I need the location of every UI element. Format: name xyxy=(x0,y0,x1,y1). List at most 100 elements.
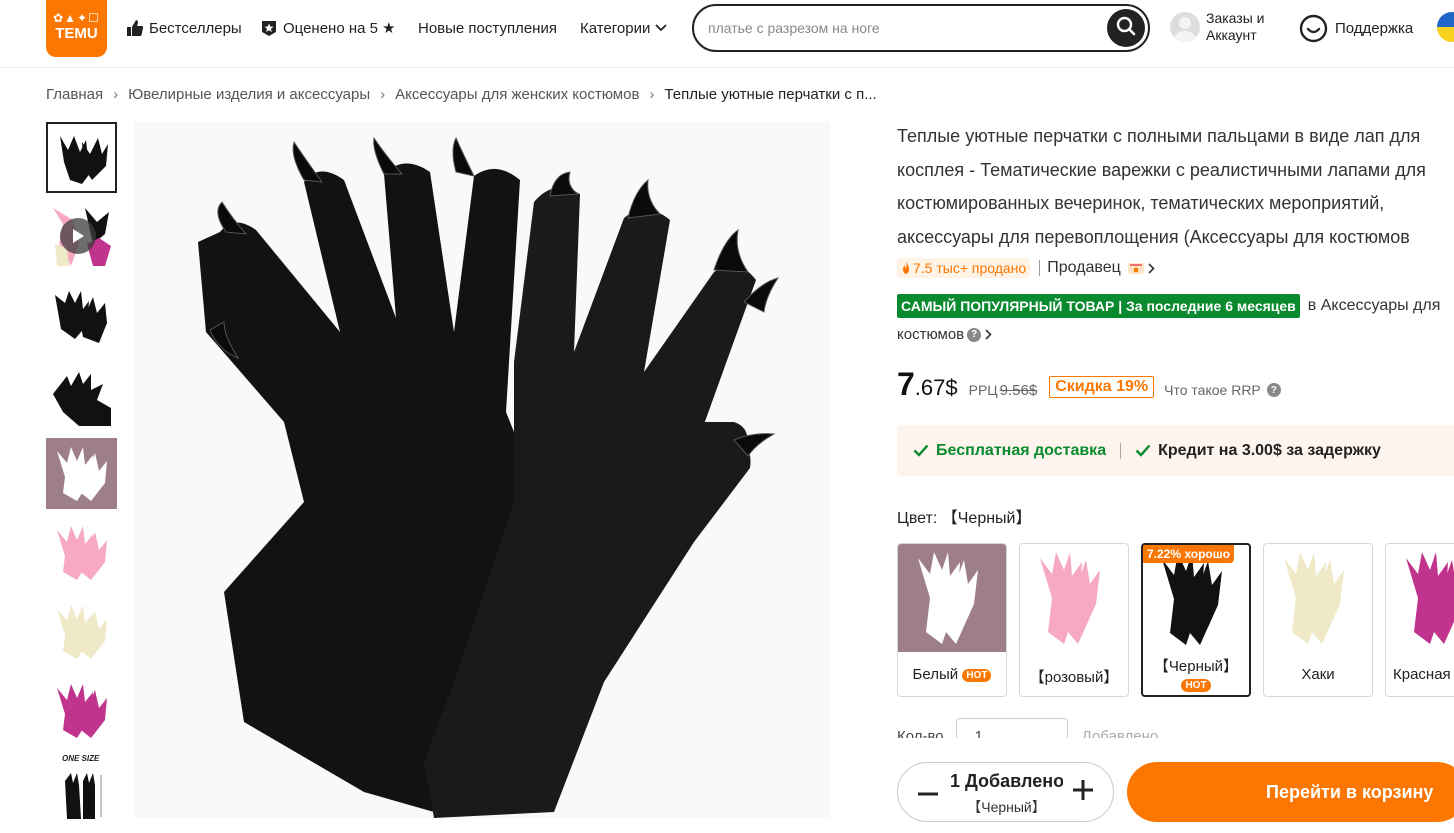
breadcrumb-costume-accessories[interactable]: Аксессуары для женских костюмов xyxy=(395,86,639,103)
thumbnail[interactable] xyxy=(46,675,117,746)
logo-glyphs: ✿▲✦☐ xyxy=(53,11,100,25)
title-line: костюмированных вечеринок, тематических … xyxy=(897,193,1385,213)
bestseller-badge-row: САМЫЙ ПОПУЛЯРНЫЙ ТОВАР | За последние 6 … xyxy=(897,294,1440,318)
search-button[interactable] xyxy=(1107,9,1145,47)
breadcrumb-home[interactable]: Главная xyxy=(46,86,103,103)
product-title: Теплые уютные перчатки с полными пальцам… xyxy=(897,120,1454,254)
decrease-button[interactable] xyxy=(916,780,940,804)
search-input[interactable] xyxy=(708,17,1098,39)
thumbnail-video[interactable] xyxy=(46,201,117,272)
sales-row: 7.5 тыс+ продано Продавец xyxy=(897,258,1155,278)
sold-count: 7.5 тыс+ продано xyxy=(913,260,1027,276)
nav-new-arrivals[interactable]: Новые поступления xyxy=(418,17,557,39)
what-is-rrp-label: Что такое RRP xyxy=(1164,382,1261,398)
hot-badge: HOT xyxy=(962,668,992,682)
play-icon xyxy=(60,218,96,254)
delay-credit-label: Кредит на 3.00$ за задержку xyxy=(1158,441,1381,459)
quantity-select[interactable]: 1 xyxy=(955,718,1068,738)
account-menu[interactable]: Заказы и Аккаунт xyxy=(1170,10,1265,44)
divider xyxy=(1039,260,1041,276)
free-shipping-label: Бесплатная доставка xyxy=(936,441,1107,459)
breadcrumb-separator-icon: › xyxy=(380,86,386,103)
temu-logo[interactable]: ✿▲✦☐ TEMU xyxy=(46,0,107,57)
swatch-name: Белый xyxy=(912,666,959,683)
breadcrumb: Главная › Ювелирные изделия и аксессуары… xyxy=(46,86,877,103)
price-fraction: .67$ xyxy=(914,375,958,400)
color-value: 【Черный】 xyxy=(941,510,1032,527)
price-row: 7 .67$ РРЦ 9.56$ Скидка 19% Что такое RR… xyxy=(897,366,1281,403)
nav-bestsellers[interactable]: Бестселлеры xyxy=(126,17,242,39)
badge-category[interactable]: в Аксессуары для xyxy=(1308,297,1441,315)
check-icon xyxy=(913,444,929,457)
seller-label: Продавец xyxy=(1047,259,1121,276)
quantity-stepper: 1 Добавлено 【Черный】 xyxy=(897,762,1114,822)
color-swatch-khaki[interactable]: Хаки xyxy=(1263,543,1373,697)
support-link[interactable]: Поддержка xyxy=(1299,14,1413,43)
color-swatches: Белый HOT 【розовый】 7.22% хорошо 【Черный… xyxy=(897,543,1454,697)
hot-badge: HOT xyxy=(1181,678,1211,692)
account-line-2: Аккаунт xyxy=(1206,27,1257,43)
check-icon xyxy=(1135,444,1151,457)
swatch-image xyxy=(1020,544,1128,652)
fire-icon xyxy=(901,262,911,274)
search-icon xyxy=(1116,16,1136,41)
product-main-image[interactable] xyxy=(134,122,830,819)
swatch-name: Хаки xyxy=(1301,666,1335,683)
chevron-right-icon xyxy=(1148,262,1155,274)
swatch-hot-wrap: HOT xyxy=(1143,676,1249,693)
nav-categories-label: Категории xyxy=(580,19,651,37)
added-note: Добавлено xyxy=(1081,728,1159,738)
thumbnail[interactable] xyxy=(46,280,117,351)
ukraine-flag-icon[interactable] xyxy=(1437,12,1454,42)
swatch-name: 【Черный】 xyxy=(1153,658,1239,675)
shipping-info-box: Бесплатная доставка Кредит на 3.00$ за з… xyxy=(897,425,1454,476)
support-chat-icon xyxy=(1299,14,1328,43)
chevron-down-icon xyxy=(655,24,668,32)
color-swatch-red[interactable]: Красная xyxy=(1385,543,1454,697)
go-to-cart-button[interactable]: Перейти в корзину xyxy=(1127,762,1454,822)
color-swatch-black[interactable]: 7.22% хорошо 【Черный】 HOT xyxy=(1141,543,1251,697)
swatch-image xyxy=(1386,544,1454,652)
thumbnail-size-chart[interactable]: ONE SIZE xyxy=(46,754,117,825)
free-shipping: Бесплатная доставка xyxy=(913,442,1106,460)
thumbnail-list: ONE SIZE xyxy=(46,122,117,833)
plus-icon xyxy=(1073,779,1093,805)
title-line: аксессуары для перевоплощения (Аксессуар… xyxy=(897,226,1410,247)
badge-category-continued[interactable]: костюмов ? xyxy=(897,326,992,343)
title-line: Теплые уютные перчатки с полными пальцам… xyxy=(897,126,1421,146)
nav-rated-5-label: Оценено на 5 ★ xyxy=(283,20,396,37)
nav-new-arrivals-label: Новые поступления xyxy=(418,19,557,37)
rrp-value: 9.56$ xyxy=(999,382,1038,399)
site-header: ✿▲✦☐ TEMU Бестселлеры Оценено на 5 ★ Нов… xyxy=(0,0,1454,68)
thumbnail[interactable] xyxy=(46,438,117,509)
star-badge-icon xyxy=(260,19,278,37)
promo-badge: 7.22% хорошо xyxy=(1143,545,1235,563)
thumbnail[interactable] xyxy=(46,122,117,193)
quantity-row: Кол-во 1 Добавлено xyxy=(897,718,1158,738)
swatch-image xyxy=(1264,544,1372,652)
nav-rated-5[interactable]: Оценено на 5 ★ xyxy=(260,17,396,39)
thumbnail[interactable] xyxy=(46,517,117,588)
color-swatch-pink[interactable]: 【розовый】 xyxy=(1019,543,1129,697)
thumbnail[interactable] xyxy=(46,359,117,430)
seller-link[interactable]: Продавец xyxy=(1047,259,1155,277)
badge-category-2: костюмов xyxy=(897,326,965,343)
chevron-right-icon xyxy=(985,329,992,340)
color-swatch-white[interactable]: Белый HOT xyxy=(897,543,1007,697)
black-paw-gloves-image xyxy=(198,136,780,819)
breadcrumb-jewelry[interactable]: Ювелирные изделия и аксессуары xyxy=(128,86,370,103)
sold-badge: 7.5 тыс+ продано xyxy=(897,258,1031,278)
breadcrumb-separator-icon: › xyxy=(113,86,119,103)
swatch-name: Красная xyxy=(1393,666,1451,683)
delay-credit: Кредит на 3.00$ за задержку xyxy=(1135,442,1381,460)
swatch-label: Белый HOT xyxy=(898,666,1006,683)
nav-categories[interactable]: Категории xyxy=(580,17,668,39)
question-icon: ? xyxy=(967,327,982,342)
minus-icon xyxy=(918,783,938,801)
bestseller-badge[interactable]: САМЫЙ ПОПУЛЯРНЫЙ ТОВАР | За последние 6 … xyxy=(897,294,1300,318)
what-is-rrp-link[interactable]: Что такое RRP ? xyxy=(1164,382,1281,398)
account-line-1: Заказы и xyxy=(1206,10,1265,26)
increase-button[interactable] xyxy=(1071,779,1095,805)
thumbnail[interactable] xyxy=(46,596,117,667)
swatch-name: 【розовый】 xyxy=(1029,669,1119,686)
